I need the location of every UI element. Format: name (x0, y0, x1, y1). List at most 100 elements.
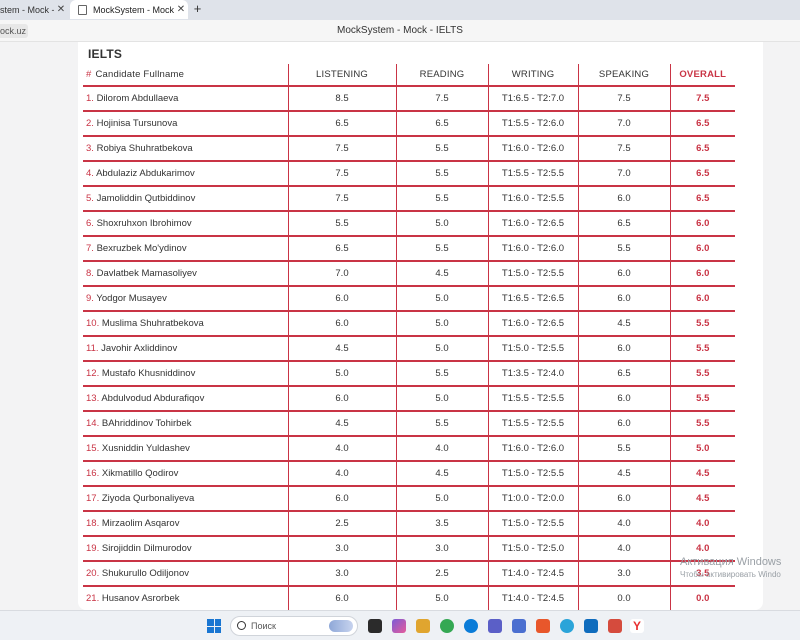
candidate-name: Xusniddin Yuldashev (101, 443, 190, 454)
row-number: 16. (86, 468, 100, 479)
header-candidate-fullname: # Candidate Fullname (83, 64, 288, 87)
reading-score-cell: 5.5 (395, 136, 488, 162)
candidate-name: Xikmatillo Qodirov (101, 468, 179, 479)
browser-tab-mocksystem-ielts[interactable]: MockSystem - Mock - IE ✕ (70, 0, 188, 19)
windows-activation-watermark: Активация Windows Чтобы активировать Win… (680, 556, 800, 579)
speaking-score-cell: 6.5 (577, 211, 670, 237)
table-row: 21. Husanov Asrorbek 6.0 5.0 T1:4.0 - T2:4.… (83, 586, 735, 612)
chrome-icon[interactable] (440, 619, 454, 633)
row-number: 21. (86, 593, 100, 604)
candidate-name-cell: 14. BAhriddinov Tohirbek (83, 411, 288, 437)
teams-icon[interactable] (488, 619, 502, 633)
overall-score-cell: 6.0 (669, 236, 735, 262)
candidate-name: Jamoliddin Qutbiddinov (96, 193, 196, 204)
listening-score-cell: 7.5 (287, 186, 396, 212)
candidate-name-cell: 6. Shoxruhxon Ibrohimov (83, 211, 288, 237)
candidate-name: Yodgor Musayev (96, 293, 167, 304)
overall-score-cell: 5.5 (669, 361, 735, 387)
file-explorer-icon[interactable] (416, 619, 430, 633)
listening-score-cell: 6.5 (287, 236, 396, 262)
windows-start-icon[interactable] (207, 619, 221, 633)
new-tab-button[interactable]: + (190, 2, 205, 17)
listening-score-cell: 6.5 (287, 111, 396, 137)
taskbar-search-input[interactable]: Поиск (230, 616, 358, 636)
listening-score-cell: 4.0 (287, 461, 396, 487)
speaking-score-cell: 6.0 (577, 486, 670, 512)
overall-score-cell: 4.5 (669, 486, 735, 512)
telegram-icon[interactable] (560, 619, 574, 633)
page-icon (78, 4, 87, 15)
table-row: 11. Javohir Axliddinov 4.5 5.0 T1:5.0 - T2:… (83, 336, 735, 362)
listening-score-cell: 6.0 (287, 386, 396, 412)
microsoft-store-icon[interactable] (512, 619, 526, 633)
reading-score-cell: 5.0 (395, 386, 488, 412)
overall-score-cell: 7.5 (669, 86, 735, 112)
row-number: 18. (86, 518, 100, 529)
speaking-score-cell: 6.0 (577, 336, 670, 362)
app-icon[interactable] (608, 619, 622, 633)
reading-score-cell: 4.0 (395, 436, 488, 462)
section-title: IELTS (88, 47, 123, 61)
reading-score-cell: 3.5 (395, 511, 488, 537)
candidate-name: Mustafo Khusniddinov (101, 368, 196, 379)
listening-score-cell: 4.5 (287, 336, 396, 362)
reading-score-cell: 5.0 (395, 336, 488, 362)
row-number: 8. (86, 268, 94, 279)
table-row: 2. Hojinisa Tursunova 6.5 6.5 T1:5.5 - T2:6… (83, 111, 735, 137)
speaking-score-cell: 0.0 (577, 586, 670, 612)
speaking-score-cell: 4.0 (577, 511, 670, 537)
reading-score-cell: 5.0 (395, 286, 488, 312)
listening-score-cell: 4.5 (287, 411, 396, 437)
candidate-name-cell: 8. Davlatbek Mamasoliyev (83, 261, 288, 287)
writing-score-cell: T1:5.0 - T2:5.5 (487, 336, 578, 362)
candidate-name-cell: 3. Robiya Shuhratbekova (83, 136, 288, 162)
close-icon[interactable]: ✕ (54, 4, 68, 15)
candidate-name: Abdulaziz Abdukarimov (96, 168, 195, 179)
task-view-icon[interactable] (368, 619, 382, 633)
candidate-name: Robiya Shuhratbekova (96, 143, 193, 154)
reading-score-cell: 5.5 (395, 236, 488, 262)
header-speaking: SPEAKING (577, 64, 670, 87)
table-row: 13. Abdulvodud Abdurafiqov 6.0 5.0 T1:5.5 -… (83, 386, 735, 412)
row-number: 15. (86, 443, 100, 454)
speaking-score-cell: 7.5 (577, 86, 670, 112)
writing-score-cell: T1:5.0 - T2:5.0 (487, 536, 578, 562)
table-row: 4. Abdulaziz Abdukarimov 7.5 5.5 T1:5.5 - T… (83, 161, 735, 187)
table-row: 18. Mirzaolim Asqarov 2.5 3.5 T1:5.0 - T2:5… (83, 511, 735, 537)
row-number: 3. (86, 143, 94, 154)
outlook-icon[interactable] (584, 619, 598, 633)
writing-score-cell: T1:6.0 - T2:6.0 (487, 236, 578, 262)
brave-icon[interactable] (536, 619, 550, 633)
row-number: 20. (86, 568, 100, 579)
writing-score-cell: T1:4.0 - T2:4.5 (487, 561, 578, 587)
taskbar: Поиск Y (0, 610, 800, 640)
speaking-score-cell: 6.0 (577, 386, 670, 412)
candidate-name: Hojinisa Tursunova (96, 118, 178, 129)
close-icon[interactable]: ✕ (174, 4, 188, 15)
overall-score-cell: 6.5 (669, 111, 735, 137)
candidate-name: Shukurullo Odiljonov (101, 568, 189, 579)
table-row: 5. Jamoliddin Qutbiddinov 7.5 5.5 T1:6.0 - … (83, 186, 735, 212)
copilot-icon[interactable] (392, 619, 406, 633)
search-placeholder: Поиск (251, 621, 276, 631)
writing-score-cell: T1:6.5 - T2:7.0 (487, 86, 578, 112)
overall-score-cell: 6.0 (669, 286, 735, 312)
table-row: 17. Ziyoda Qurbonaliyeva 6.0 5.0 T1:0.0 - T… (83, 486, 735, 512)
edge-icon[interactable] (464, 619, 478, 633)
page-content: IELTS # Candidate Fullname LISTENING READ… (0, 42, 800, 612)
overall-score-cell: 6.5 (669, 186, 735, 212)
candidate-name: BAhriddinov Tohirbek (101, 418, 192, 429)
candidate-name: Javohir Axliddinov (101, 343, 178, 354)
candidate-name-cell: 10. Muslima Shuhratbekova (83, 311, 288, 337)
address-bar: ock.uz MockSystem - Mock - IELTS (0, 20, 800, 42)
page-title: MockSystem - Mock - IELTS (337, 25, 463, 36)
writing-score-cell: T1:6.0 - T2:6.0 (487, 136, 578, 162)
browser-tab-mocksystem-home[interactable]: stem - Mock - Hon ✕ (0, 0, 68, 19)
writing-score-cell: T1:0.0 - T2:0.0 (487, 486, 578, 512)
speaking-score-cell: 6.0 (577, 286, 670, 312)
table-row: 12. Mustafo Khusniddinov 5.0 5.5 T1:3.5 - T… (83, 361, 735, 387)
overall-score-cell: 6.5 (669, 136, 735, 162)
yandex-browser-icon[interactable]: Y (630, 619, 644, 633)
speaking-score-cell: 6.0 (577, 186, 670, 212)
speaking-score-cell: 6.0 (577, 261, 670, 287)
